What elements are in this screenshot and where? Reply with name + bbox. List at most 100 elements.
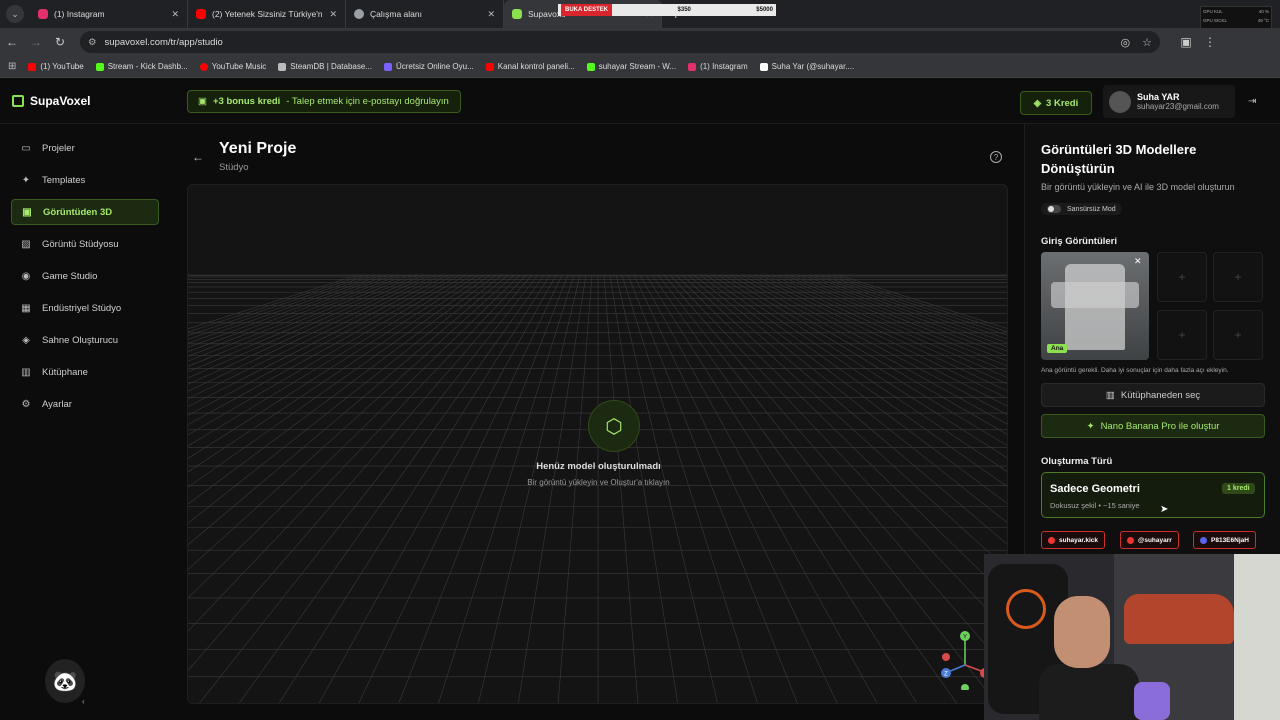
reload-icon[interactable]: ↻: [48, 35, 72, 49]
tab-title: Çalışma alanı: [370, 9, 422, 19]
main-content: ← Yeni Proje Stüdyo ? ⬡ Henüz model oluş…: [170, 124, 1024, 720]
logout-icon[interactable]: ⇥: [1248, 96, 1256, 107]
nano-banana-generate-button[interactable]: ✦ Nano Banana Pro ile oluştur: [1041, 414, 1265, 438]
sidebar-item-label: Kütüphane: [42, 366, 88, 378]
star-icon[interactable]: ☆: [1142, 36, 1152, 49]
axis-gizmo-icon[interactable]: Y Z: [940, 630, 990, 690]
uncensored-mode-toggle[interactable]: Sansürsüz Mod: [1041, 203, 1122, 215]
input-images-title: Giriş Görüntüleri: [1041, 236, 1118, 247]
bookmark[interactable]: Suha Yar (@suhayar....: [759, 62, 855, 71]
image-icon: ▨: [21, 238, 31, 250]
browser-tab[interactable]: Çalışma alanı ✕: [346, 0, 504, 28]
svg-text:Y: Y: [963, 635, 967, 641]
sparkle-icon: ✦: [1086, 420, 1095, 432]
youtube-social-badge: @suhayarr: [1120, 531, 1179, 549]
bookmark-label: Kanal kontrol paneli...: [497, 62, 575, 71]
browser-tab[interactable]: (1) Instagram ✕: [30, 0, 188, 28]
gamepad-icon: ◉: [21, 270, 31, 282]
library-icon: ▥: [1105, 389, 1115, 401]
help-icon[interactable]: ?: [990, 151, 1002, 163]
add-image-slot[interactable]: +: [1157, 252, 1207, 302]
supavoxel-icon: [512, 9, 522, 19]
empty-state-title: Henüz model oluşturulmadı: [536, 461, 661, 472]
site-info-icon[interactable]: ⚙: [88, 37, 97, 48]
3d-viewport[interactable]: ⬡ Henüz model oluşturulmadı Bir görüntü …: [187, 184, 1008, 704]
sidebar-item-görüntüden-3d[interactable]: ▣ Görüntüden 3D: [11, 199, 159, 225]
url-bar[interactable]: ⚙ supavoxel.com/tr/app/studio ◎ ☆: [80, 31, 1160, 53]
sidebar-item-label: Projeler: [42, 142, 75, 154]
sidebar-item-label: Game Studio: [42, 270, 98, 282]
brand-logo[interactable]: SupaVoxel: [12, 94, 90, 108]
bookmark[interactable]: (1) Instagram: [688, 62, 748, 71]
add-image-slot[interactable]: +: [1213, 252, 1263, 302]
kick-icon: [1048, 536, 1055, 544]
steamdb-icon: [278, 62, 287, 71]
user-menu[interactable]: Suha YAR suhayar23@gmail.com: [1103, 85, 1235, 118]
sidebar-item-projeler[interactable]: ▭ Projeler: [11, 135, 159, 161]
browser-tab[interactable]: (2) Yetenek Sizsiniz Türkiye'nin E ✕: [188, 0, 346, 28]
youtube-icon: [1127, 536, 1134, 544]
hw-value: 40 %: [1258, 9, 1269, 14]
bookmark[interactable]: (1) YouTube: [28, 62, 84, 71]
apps-icon[interactable]: ⊞: [8, 61, 16, 72]
kick-icon: [586, 62, 595, 71]
close-icon[interactable]: ✕: [487, 9, 495, 20]
bookmark[interactable]: suhayar Stream - W...: [586, 62, 676, 71]
svg-text:Z: Z: [944, 672, 948, 678]
sidebar-item-görüntü-stüdyosu[interactable]: ▨ Görüntü Stüdyosu: [11, 231, 159, 257]
extensions-icon[interactable]: ▣: [1174, 35, 1198, 49]
tab-search-icon[interactable]: ⌄: [6, 5, 24, 23]
sidebar-item-ayarlar[interactable]: ⚙ Ayarlar: [11, 391, 159, 417]
sidebar: ▭ Projeler ✦ Templates ▣ Görüntüden 3D ▨ Görünt…: [0, 124, 170, 720]
webcam-overlay: [984, 554, 1280, 720]
back-arrow-icon[interactable]: ←: [192, 150, 204, 164]
sidebar-item-game-studio[interactable]: ◉ Game Studio: [11, 263, 159, 289]
credits-button[interactable]: ◈ 3 Kredi: [1020, 91, 1092, 115]
empty-state-subtitle: Bir görüntü yükleyin ve Oluştur'a tıklay…: [527, 478, 670, 487]
sidebar-item-label: Sahne Oluşturucu: [42, 334, 119, 346]
bookmark[interactable]: SteamDB | Database...: [278, 62, 372, 71]
promo-text: - Talep etmek için e-postayı doğrulayın: [286, 96, 449, 107]
sidebar-item-templates[interactable]: ✦ Templates: [11, 167, 159, 193]
sidebar-item-endüstriyel-stüdyo[interactable]: ▦ Endüstriyel Stüdyo: [11, 295, 159, 321]
close-icon[interactable]: ✕: [329, 9, 337, 20]
bookmark-label: (1) YouTube: [40, 62, 84, 71]
forward-icon[interactable]: →: [24, 35, 48, 49]
mascot-avatar[interactable]: 🐼: [45, 659, 85, 703]
main-input-image[interactable]: ✕ Ana: [1041, 252, 1149, 360]
bookmark-label: (1) Instagram: [700, 62, 748, 71]
sidebar-item-kütüphane[interactable]: ▥ Kütüphane: [11, 359, 159, 385]
remove-image-icon[interactable]: ✕: [1134, 256, 1142, 267]
cube-icon: ⬡: [588, 400, 640, 452]
bookmark[interactable]: YouTube Music: [199, 62, 266, 71]
bookmark[interactable]: Kanal kontrol paneli...: [485, 62, 575, 71]
avatar: [1109, 90, 1131, 113]
bookmark[interactable]: Ücretsiz Online Oyu...: [383, 62, 474, 71]
sidebar-item-label: Templates: [42, 174, 86, 186]
bookmark-label: Stream - Kick Dashb...: [107, 62, 188, 71]
main-image-badge: Ana: [1047, 344, 1068, 353]
add-image-slot[interactable]: +: [1157, 310, 1207, 360]
toggle-switch[interactable]: [1047, 205, 1061, 213]
generation-type-option[interactable]: Sadece Geometri Dokusuz şekil • ~15 sani…: [1041, 472, 1265, 518]
chevron-left-icon[interactable]: ‹: [82, 697, 85, 706]
bookmark-label: SteamDB | Database...: [290, 62, 372, 71]
choose-from-library-button[interactable]: ▥ Kütüphaneden seç: [1041, 383, 1265, 407]
add-image-slot[interactable]: +: [1213, 310, 1263, 360]
bookmark[interactable]: Stream - Kick Dashb...: [95, 62, 188, 71]
page-title: Yeni Proje: [219, 140, 297, 157]
bookmark-label: Suha Yar (@suhayar....: [771, 62, 855, 71]
eye-off-icon[interactable]: ◎: [1121, 36, 1131, 49]
youtube-music-icon: [199, 62, 208, 71]
bonus-credit-banner[interactable]: ▣ +3 bonus kredi - Talep etmek için e-pos…: [187, 90, 461, 113]
hw-row: GPU KUL 40 %: [1203, 9, 1269, 18]
sidebar-item-sahne-oluşturucu[interactable]: ◈ Sahne Oluşturucu: [11, 327, 159, 353]
back-icon[interactable]: ←: [0, 35, 24, 49]
tiktok-icon: [759, 62, 768, 71]
social-handle: suhayar.kick: [1059, 536, 1099, 544]
panel-title: Görüntüleri 3D Modellere Dönüştürün: [1041, 142, 1197, 176]
menu-icon[interactable]: ⋮: [1198, 35, 1222, 49]
overlay-current: $350: [677, 7, 691, 13]
youtube-icon: [196, 9, 206, 19]
close-icon[interactable]: ✕: [171, 9, 179, 20]
